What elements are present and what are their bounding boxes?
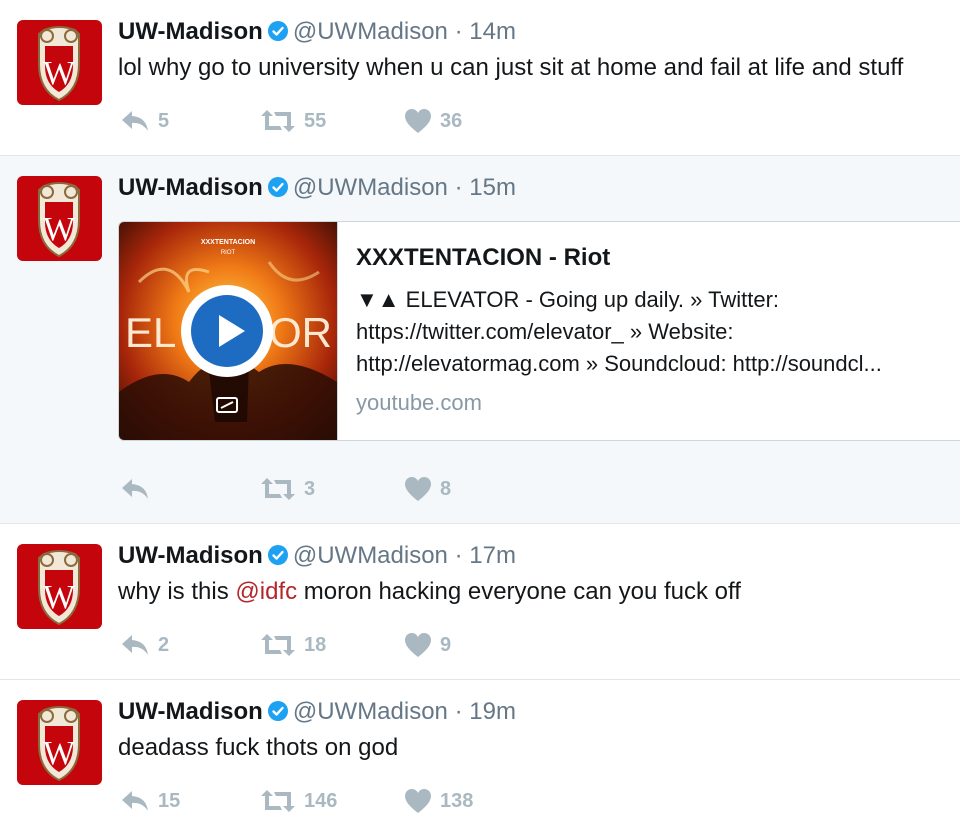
heart-icon — [404, 632, 432, 658]
like-count: 9 — [440, 633, 452, 656]
reply-count: 15 — [158, 789, 181, 812]
reply-count: 5 — [158, 109, 170, 132]
card-description-line: ▼▲ ELEVATOR - Going up daily. » Twitter: — [356, 287, 780, 312]
verified-badge-icon — [267, 175, 289, 207]
video-thumbnail[interactable]: XXXTENTACION RIOT EL AT OR — [119, 222, 338, 440]
like-button[interactable]: 9 — [404, 630, 451, 660]
thumb-subcaption: RIOT — [221, 250, 236, 256]
timestamp[interactable]: 19m — [469, 698, 516, 725]
separator-dot: · — [454, 174, 463, 201]
tweet-header: UW-Madison @UWMadison · 17m — [118, 540, 516, 575]
svg-text:W: W — [43, 735, 76, 772]
retweet-count: 3 — [304, 477, 316, 500]
link-card[interactable]: XXXTENTACION RIOT EL AT OR XXXTENTACION … — [118, 221, 960, 441]
thumb-caption: XXXTENTACION — [201, 239, 255, 246]
retweet-count: 146 — [304, 789, 338, 812]
svg-text:W: W — [43, 579, 76, 616]
tweet-text-part: why is this — [118, 578, 236, 605]
separator-dot: · — [454, 542, 463, 569]
retweet-icon — [260, 477, 296, 501]
like-count: 8 — [440, 477, 452, 500]
tweet-text: deadass fuck thots on god — [118, 734, 399, 761]
svg-text:W: W — [43, 55, 76, 92]
reply-arrow-icon — [120, 109, 150, 133]
reply-button[interactable]: 5 — [120, 106, 169, 136]
tweet-header: UW-Madison @UWMadison · 15m — [118, 172, 516, 207]
handle[interactable]: @UWMadison — [293, 542, 448, 569]
card-body: XXXTENTACION - Riot ▼▲ ELEVATOR - Going … — [356, 240, 956, 419]
reply-arrow-icon — [120, 477, 150, 501]
timestamp[interactable]: 15m — [469, 174, 516, 201]
card-description: ▼▲ ELEVATOR - Going up daily. » Twitter:… — [356, 284, 956, 380]
retweet-button[interactable]: 55 — [260, 106, 326, 136]
mention-link[interactable]: @idfc — [235, 578, 297, 605]
display-name[interactable]: UW-Madison — [118, 542, 263, 569]
reply-button[interactable] — [120, 474, 158, 504]
retweet-button[interactable]: 18 — [260, 630, 326, 660]
handle[interactable]: @UWMadison — [293, 698, 448, 725]
display-name[interactable]: UW-Madison — [118, 698, 263, 725]
tweet[interactable]: W UW-Madison @UWMadison · 15m XXXTENTACI… — [0, 156, 960, 524]
verified-badge-icon — [267, 19, 289, 51]
reply-arrow-icon — [120, 789, 150, 813]
retweet-count: 55 — [304, 109, 327, 132]
tweet[interactable]: W UW-Madison @UWMadison · 17m why is this… — [0, 524, 960, 680]
handle[interactable]: @UWMadison — [293, 174, 448, 201]
svg-text:W: W — [43, 211, 76, 248]
tweet-text: why is this @idfc moron hacking everyone… — [118, 576, 741, 608]
retweet-button[interactable]: 3 — [260, 474, 315, 504]
avatar[interactable]: W — [17, 176, 102, 261]
tweet-header: UW-Madison @UWMadison · 14m — [118, 16, 516, 51]
tweet-text: lol why go to university when u can just… — [118, 54, 904, 81]
verified-badge-icon — [267, 699, 289, 731]
heart-icon — [404, 108, 432, 134]
avatar[interactable]: W — [17, 20, 102, 105]
like-count: 36 — [440, 109, 463, 132]
reply-button[interactable]: 15 — [120, 786, 180, 816]
like-count: 138 — [440, 789, 474, 812]
card-title[interactable]: XXXTENTACION - Riot — [356, 240, 956, 276]
avatar[interactable]: W — [17, 700, 102, 785]
verified-badge-icon — [267, 543, 289, 575]
separator-dot: · — [454, 698, 463, 725]
display-name[interactable]: UW-Madison — [118, 174, 263, 201]
reply-arrow-icon — [120, 633, 150, 657]
thumb-word-left: EL — [125, 309, 176, 356]
like-button[interactable]: 138 — [404, 786, 473, 816]
heart-icon — [404, 788, 432, 814]
retweet-count: 18 — [304, 633, 327, 656]
play-icon — [191, 295, 263, 367]
like-button[interactable]: 36 — [404, 106, 462, 136]
heart-icon — [404, 476, 432, 502]
card-description-line: http://elevatormag.com » Soundcloud: htt… — [356, 351, 882, 376]
reply-count: 2 — [158, 633, 170, 656]
card-description-line: https://twitter.com/elevator_ » Website: — [356, 319, 734, 344]
tweet[interactable]: W UW-Madison @UWMadison · 19m deadass fuc… — [0, 680, 960, 833]
avatar[interactable]: W — [17, 544, 102, 629]
timestamp[interactable]: 14m — [469, 18, 516, 45]
tweet[interactable]: W UW-Madison @UWMadison · 14m lol why go … — [0, 0, 960, 156]
retweet-icon — [260, 789, 296, 813]
play-button[interactable] — [181, 285, 273, 377]
display-name[interactable]: UW-Madison — [118, 18, 263, 45]
retweet-icon — [260, 109, 296, 133]
tweet-header: UW-Madison @UWMadison · 19m — [118, 696, 516, 731]
like-button[interactable]: 8 — [404, 474, 451, 504]
timestamp[interactable]: 17m — [469, 542, 516, 569]
tweet-text-part: moron hacking everyone can you fuck off — [297, 578, 741, 605]
retweet-button[interactable]: 146 — [260, 786, 337, 816]
separator-dot: · — [454, 18, 463, 45]
retweet-icon — [260, 633, 296, 657]
reply-button[interactable]: 2 — [120, 630, 169, 660]
thumb-word-right: OR — [269, 309, 332, 356]
handle[interactable]: @UWMadison — [293, 18, 448, 45]
card-domain[interactable]: youtube.com — [356, 387, 956, 419]
